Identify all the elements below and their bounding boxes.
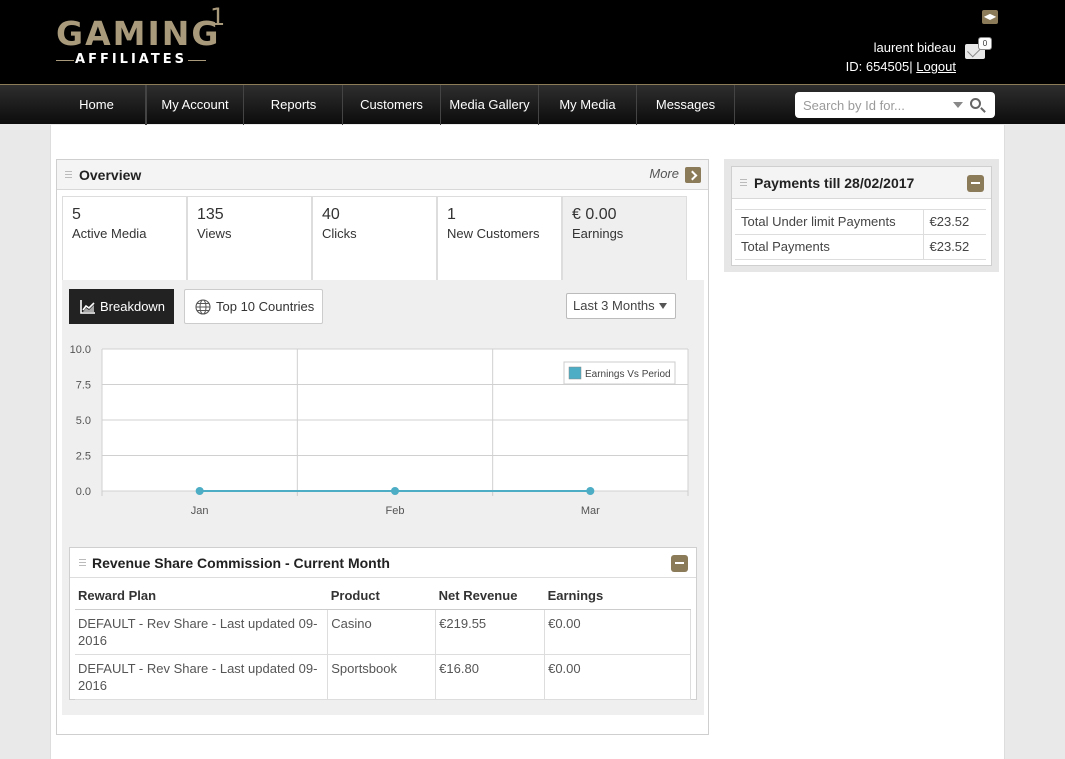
user-id-line: ID: 654505| Logout	[846, 57, 956, 76]
revenue-table: Reward Plan Product Net Revenue Earnings…	[75, 585, 691, 700]
nav-home[interactable]: Home	[48, 85, 146, 125]
table-row: DEFAULT - Rev Share - Last updated 09-20…	[75, 654, 691, 700]
collapse-payments-button[interactable]	[967, 175, 984, 192]
table-cell: €16.80	[435, 654, 546, 700]
period-value: Last 3 Months	[573, 298, 655, 313]
brand-logo[interactable]: GAMING 1 AFFILIATES	[56, 5, 231, 72]
logout-link[interactable]: Logout	[916, 59, 956, 74]
column-header[interactable]: Product	[327, 585, 436, 610]
nav-my-media[interactable]: My Media	[539, 85, 637, 125]
overview-title: Overview	[79, 167, 142, 183]
payments-table: Total Under limit Payments €23.52 Total …	[735, 209, 986, 260]
nav-my-account[interactable]: My Account	[146, 85, 244, 125]
payment-label: Total Under limit Payments	[735, 209, 924, 235]
earnings-chart: 0.0 2.5 5.0 7.5 10.0 Jan Feb Mar Earnings Vs P…	[70, 344, 689, 517]
payment-value: €23.52	[923, 209, 986, 235]
table-row: Total Under limit Payments €23.52	[735, 209, 986, 235]
line-chart-icon	[80, 300, 95, 314]
payments-title: Payments till 28/02/2017	[754, 175, 915, 191]
stat-value: 135	[197, 206, 224, 223]
payment-value: €23.52	[923, 234, 986, 260]
chevron-right-icon[interactable]	[685, 167, 701, 183]
table-cell: €0.00	[544, 654, 691, 700]
legend-swatch	[568, 366, 582, 380]
stat-label: New Customers	[447, 226, 540, 241]
more-link[interactable]: More	[649, 160, 679, 188]
overview-header: Overview More	[57, 160, 708, 190]
y-tick-label: 10.0	[70, 344, 91, 356]
table-header-row: Reward Plan Product Net Revenue Earnings	[75, 585, 691, 610]
y-tick-label: 5.0	[76, 415, 91, 427]
table-cell: DEFAULT - Rev Share - Last updated 09-20…	[75, 609, 329, 655]
drag-handle-icon[interactable]	[740, 179, 747, 186]
payments-header: Payments till 28/02/2017	[732, 167, 991, 199]
x-tick-label: Mar	[581, 505, 600, 517]
brand-superscript: 1	[210, 3, 226, 31]
table-cell: Sportsbook	[327, 654, 437, 700]
data-point	[195, 487, 204, 495]
period-select[interactable]: Last 3 Months	[566, 293, 676, 319]
mail-count-badge: 0	[978, 37, 992, 50]
y-tick-label: 0.0	[76, 486, 91, 498]
legend-label: Earnings Vs Period	[585, 369, 671, 380]
stat-label: Active Media	[72, 226, 147, 241]
nav-messages[interactable]: Messages	[637, 85, 735, 125]
nav-reports[interactable]: Reports	[245, 85, 343, 125]
x-tick-label: Jan	[191, 505, 209, 517]
payment-label: Total Payments	[735, 234, 924, 260]
stat-clicks[interactable]: 40 Clicks	[312, 196, 437, 280]
column-header[interactable]: Reward Plan	[75, 585, 328, 610]
stat-label: Earnings	[572, 226, 624, 241]
data-point	[391, 487, 399, 495]
table-cell: DEFAULT - Rev Share - Last updated 09-20…	[75, 654, 329, 700]
stat-label: Views	[197, 226, 232, 241]
collapse-header-button[interactable]: ◀▶	[982, 10, 998, 24]
main-nav: Home My Account Reports Customers Media …	[0, 84, 1065, 125]
brand-tagline: AFFILIATES	[56, 53, 206, 67]
y-tick-label: 7.5	[76, 380, 91, 392]
nav-customers[interactable]: Customers	[343, 85, 441, 125]
column-header[interactable]: Net Revenue	[435, 585, 545, 610]
top-countries-button[interactable]: Top 10 Countries	[184, 289, 323, 324]
user-id: ID: 654505|	[845, 59, 913, 74]
drag-handle-icon[interactable]	[65, 171, 72, 178]
stat-earnings[interactable]: € 0.00 Earnings	[562, 196, 687, 281]
search-input[interactable]	[803, 92, 953, 118]
header: GAMING 1 AFFILIATES ◀▶ laurent bideau ID…	[0, 0, 1065, 84]
revenue-share-title: Revenue Share Commission - Current Month	[92, 555, 390, 571]
data-point	[586, 487, 595, 495]
stat-value: 1	[447, 206, 456, 223]
globe-icon	[195, 299, 211, 315]
top-countries-label: Top 10 Countries	[216, 299, 315, 314]
stat-active-media[interactable]: 5 Active Media	[62, 196, 187, 280]
stat-label: Clicks	[322, 226, 357, 241]
app-root: GAMING 1 AFFILIATES ◀▶ laurent bideau ID…	[0, 0, 1065, 759]
nav-media-gallery[interactable]: Media Gallery	[441, 85, 539, 125]
search-icon[interactable]	[970, 98, 981, 109]
table-cell: €0.00	[544, 609, 691, 655]
stat-value: € 0.00	[572, 206, 617, 223]
user-info: laurent bideau ID: 654505| Logout	[846, 38, 956, 76]
stat-value: 5	[72, 206, 81, 223]
brand-name: GAMING	[56, 14, 221, 53]
breakdown-button[interactable]: Breakdown	[69, 289, 174, 324]
table-cell: €219.55	[435, 609, 546, 655]
search-box	[795, 92, 995, 118]
stat-value: 40	[322, 206, 340, 223]
drag-handle-icon[interactable]	[79, 559, 86, 566]
breakdown-label: Breakdown	[100, 299, 166, 314]
table-cell: Casino	[327, 609, 437, 655]
table-row: DEFAULT - Rev Share - Last updated 09-20…	[75, 609, 691, 655]
chevron-down-icon	[659, 303, 667, 309]
y-tick-label: 2.5	[76, 451, 91, 463]
collapse-revenue-button[interactable]	[671, 555, 688, 572]
revenue-share-header: Revenue Share Commission - Current Month	[70, 548, 696, 578]
column-header[interactable]: Earnings	[544, 585, 691, 610]
stat-views[interactable]: 135 Views	[187, 196, 312, 280]
stat-new-customers[interactable]: 1 New Customers	[437, 196, 562, 280]
search-dropdown-caret-icon[interactable]	[953, 102, 963, 108]
user-name: laurent bideau	[873, 40, 956, 55]
x-tick-label: Feb	[386, 505, 405, 517]
table-row: Total Payments €23.52	[735, 234, 986, 260]
